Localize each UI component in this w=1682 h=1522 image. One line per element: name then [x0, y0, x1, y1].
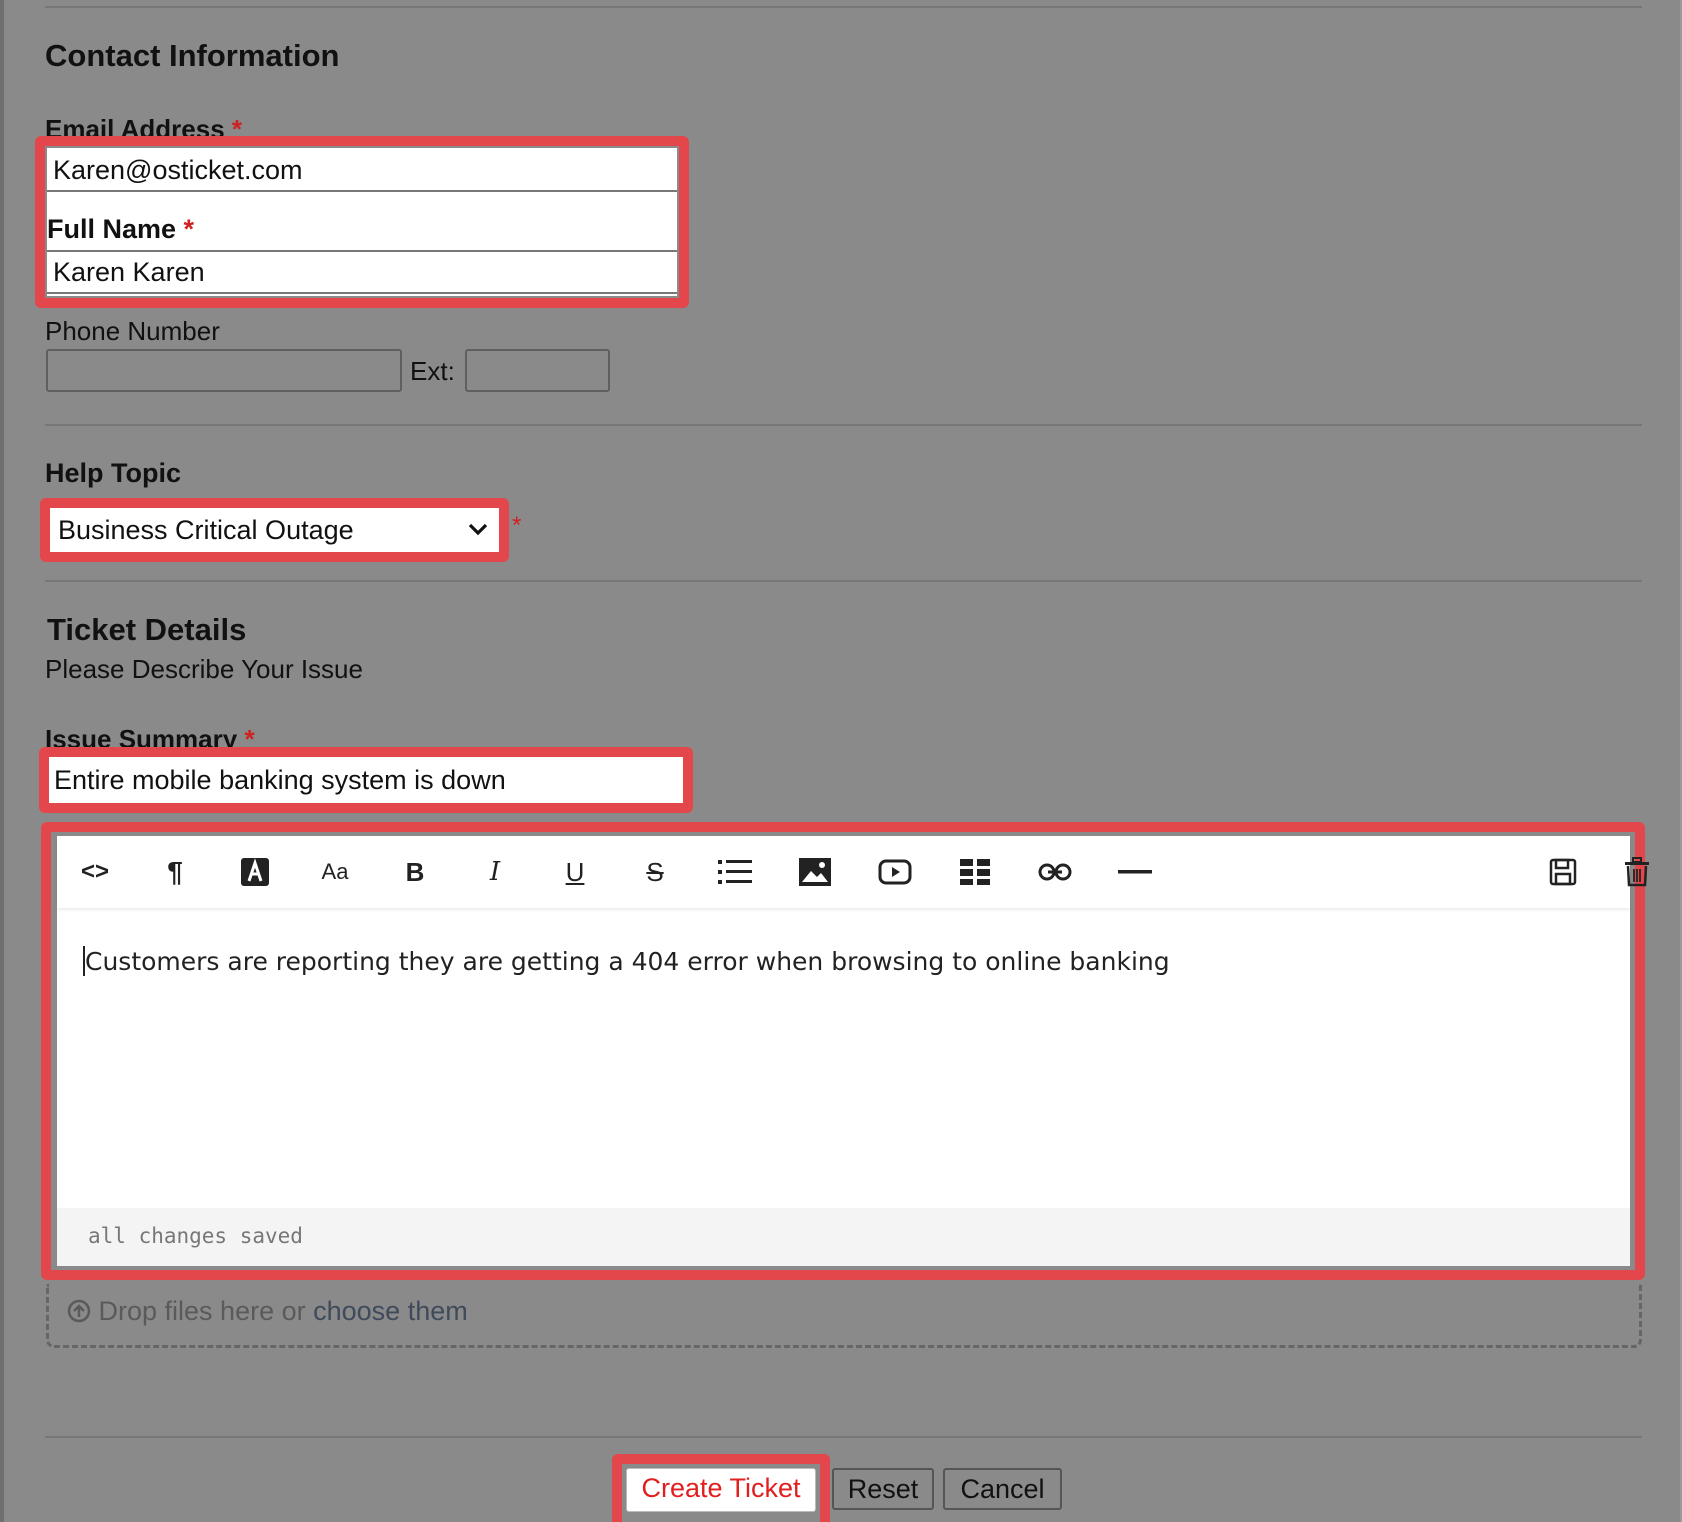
- dropzone-text: Drop files here or: [98, 1296, 306, 1326]
- phone-ext-input[interactable]: [465, 349, 610, 392]
- editor-status-bar: all changes saved: [57, 1208, 1630, 1266]
- upload-icon: [67, 1299, 91, 1330]
- text-color-icon[interactable]: [233, 850, 277, 894]
- video-icon[interactable]: [873, 850, 917, 894]
- divider: [45, 424, 1642, 426]
- editor-toolbar: <> ¶ Aa B I U S: [57, 836, 1649, 908]
- paragraph-icon[interactable]: ¶: [153, 850, 197, 894]
- issue-summary-input[interactable]: Entire mobile banking system is down: [49, 757, 683, 803]
- ticket-details-heading: Ticket Details: [47, 612, 247, 647]
- divider: [45, 580, 1642, 582]
- italic-icon[interactable]: I: [473, 850, 517, 894]
- divider: [45, 6, 1642, 8]
- help-topic-required: *: [512, 512, 522, 539]
- editor-content[interactable]: Customers are reporting they are getting…: [83, 946, 1170, 976]
- cancel-button[interactable]: Cancel: [943, 1468, 1062, 1510]
- email-input[interactable]: Karen@osticket.com: [47, 150, 677, 192]
- editor-body-text: Customers are reporting they are getting…: [85, 947, 1170, 976]
- editor-status-text: all changes saved: [88, 1224, 303, 1248]
- horizontal-rule-icon[interactable]: [1113, 850, 1157, 894]
- link-icon[interactable]: [1033, 850, 1077, 894]
- phone-input[interactable]: [46, 349, 402, 392]
- html-code-icon[interactable]: <>: [73, 850, 117, 894]
- full-name-label: Full Name *: [47, 214, 195, 244]
- reset-button[interactable]: Reset: [832, 1468, 934, 1510]
- help-topic-select[interactable]: Business Critical Outage: [50, 508, 499, 552]
- file-dropzone[interactable]: Drop files here or choose them: [46, 1284, 1642, 1348]
- contact-heading: Contact Information: [45, 38, 340, 73]
- help-topic-selected: Business Critical Outage: [58, 515, 354, 545]
- create-ticket-button[interactable]: Create Ticket: [626, 1468, 816, 1512]
- ext-label: Ext:: [410, 356, 455, 386]
- chevron-down-icon: [467, 508, 489, 568]
- full-name-input[interactable]: Karen Karen: [47, 250, 677, 294]
- list-icon[interactable]: [713, 850, 757, 894]
- bold-icon[interactable]: B: [393, 850, 437, 894]
- choose-files-link[interactable]: choose them: [313, 1296, 468, 1326]
- save-draft-icon[interactable]: [1541, 850, 1585, 894]
- dropzone-label: Drop files here or choose them: [67, 1296, 468, 1330]
- rich-text-editor[interactable]: <> ¶ Aa B I U S Customers are reporting …: [57, 836, 1649, 1266]
- image-icon[interactable]: [793, 850, 837, 894]
- trash-icon[interactable]: [1615, 850, 1659, 894]
- font-size-icon[interactable]: Aa: [313, 850, 357, 894]
- table-icon[interactable]: [953, 850, 997, 894]
- phone-label: Phone Number: [45, 316, 220, 346]
- underline-icon[interactable]: U: [553, 850, 597, 894]
- page-left-border: [0, 0, 4, 1522]
- strikethrough-icon[interactable]: S: [633, 850, 677, 894]
- help-topic-label: Help Topic: [45, 458, 182, 488]
- divider: [45, 1436, 1642, 1438]
- ticket-details-subheading: Please Describe Your Issue: [45, 654, 363, 684]
